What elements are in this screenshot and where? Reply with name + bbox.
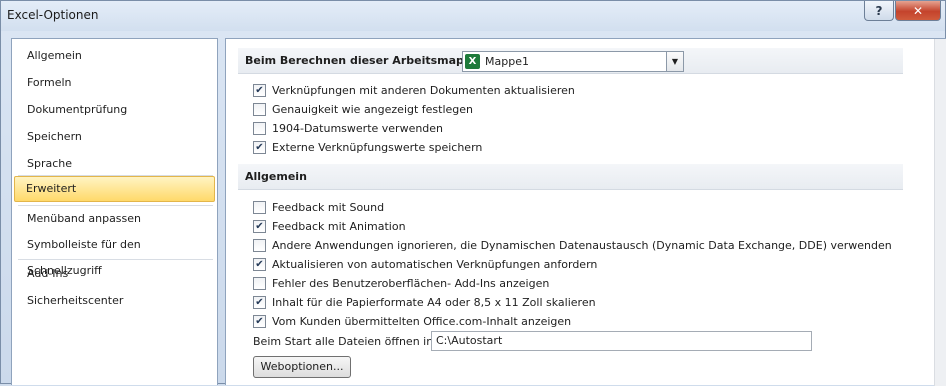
excel-options-dialog: Excel-Optionen ? ✕ Allgemein Formeln Dok… [0, 0, 946, 386]
help-button[interactable]: ? [864, 1, 894, 21]
checkbox[interactable]: ✔ [253, 295, 266, 309]
startup-folder-input[interactable]: C:\Autostart [431, 331, 812, 351]
sidebar-item-allgemein[interactable]: Allgemein [14, 43, 215, 69]
section-header-general: Allgemein [238, 164, 903, 190]
sidebar-item-sprache[interactable]: Sprache [14, 151, 215, 177]
close-button[interactable]: ✕ [895, 1, 941, 21]
option-label: Inhalt für die Papierformate A4 oder 8,5… [272, 295, 596, 309]
sidebar-item-formeln[interactable]: Formeln [14, 70, 215, 96]
checkbox[interactable]: ✔ [253, 314, 266, 328]
option-label: Externe Verknüpfungswerte speichern [272, 140, 483, 154]
checkbox[interactable]: ✔ [253, 219, 266, 233]
option-ask-update-links[interactable]: ✔ Aktualisieren von automatischen Verknü… [253, 256, 597, 272]
checkbox[interactable] [253, 276, 266, 290]
sidebar-item-erweitert[interactable]: Erweitert [14, 176, 215, 202]
startup-folder-label: Beim Start alle Dateien öffnen in: [253, 335, 437, 348]
checkbox[interactable] [253, 121, 266, 135]
chevron-down-icon[interactable]: ▼ [666, 52, 683, 71]
options-sidebar: Allgemein Formeln Dokumentprüfung Speich… [11, 38, 218, 385]
checkbox[interactable] [253, 200, 266, 214]
checkbox[interactable]: ✔ [253, 140, 266, 154]
checkbox[interactable] [253, 238, 266, 252]
vertical-scrollbar[interactable] [934, 39, 946, 386]
option-show-office-com-content[interactable]: ✔ Vom Kunden übermittelten Office.com-In… [253, 313, 571, 329]
option-label: Vom Kunden übermittelten Office.com-Inha… [272, 314, 572, 328]
option-label: Genauigkeit wie angezeigt festlegen [272, 102, 474, 116]
option-label: Andere Anwendungen ignorieren, die Dynam… [272, 238, 892, 252]
workbook-select[interactable]: X Mappe1 ▼ [462, 51, 684, 72]
help-icon: ? [875, 3, 883, 18]
option-label: Fehler des Benutzeroberflächen- Add-Ins … [272, 276, 550, 290]
sidebar-item-schnellzugriff[interactable]: Symbolleiste für den Schnellzugriff [14, 232, 215, 277]
web-options-button[interactable]: Weboptionen... [253, 356, 351, 378]
option-1904-date-system[interactable]: 1904-Datumswerte verwenden [253, 120, 443, 136]
section-title-calc: Beim Berechnen dieser Arbeitsmappe: [245, 54, 484, 67]
sidebar-item-dokumentpruefung[interactable]: Dokumentprüfung [14, 97, 215, 123]
close-icon: ✕ [912, 3, 924, 18]
option-feedback-animation[interactable]: ✔ Feedback mit Animation [253, 218, 406, 234]
window-title: Excel-Optionen [7, 8, 99, 22]
sidebar-item-menueband-anpassen[interactable]: Menüband anpassen [14, 206, 215, 232]
option-precision-as-displayed[interactable]: Genauigkeit wie angezeigt festlegen [253, 101, 473, 117]
workbook-select-value: Mappe1 [485, 55, 529, 68]
sidebar-item-add-ins[interactable]: Add-Ins [14, 261, 215, 287]
section-title-general: Allgemein [245, 170, 307, 183]
excel-icon: X [465, 54, 480, 69]
option-label: Verknüpfungen mit anderen Dokumenten akt… [272, 83, 575, 97]
title-bar[interactable]: Excel-Optionen ? ✕ [1, 1, 945, 31]
option-update-links[interactable]: ✔ Verknüpfungen mit anderen Dokumenten a… [253, 82, 575, 98]
sidebar-item-sicherheitscenter[interactable]: Sicherheitscenter [14, 288, 215, 314]
option-label: Feedback mit Animation [272, 219, 406, 233]
checkbox[interactable]: ✔ [253, 257, 266, 271]
option-label: Aktualisieren von automatischen Verknüpf… [272, 257, 598, 271]
checkbox[interactable]: ✔ [253, 83, 266, 97]
checkbox[interactable] [253, 102, 266, 116]
sidebar-item-speichern[interactable]: Speichern [14, 124, 215, 150]
option-label: Feedback mit Sound [272, 200, 385, 214]
option-feedback-sound[interactable]: Feedback mit Sound [253, 199, 384, 215]
options-content: Beim Berechnen dieser Arbeitsmappe: X Ma… [225, 38, 946, 386]
sidebar-divider [18, 259, 213, 260]
option-scale-paper-size[interactable]: ✔ Inhalt für die Papierformate A4 oder 8… [253, 294, 596, 310]
option-show-addin-errors[interactable]: Fehler des Benutzeroberflächen- Add-Ins … [253, 275, 549, 291]
option-save-external-link-values[interactable]: ✔ Externe Verknüpfungswerte speichern [253, 139, 482, 155]
option-label: 1904-Datumswerte verwenden [272, 121, 444, 135]
option-ignore-dde[interactable]: Andere Anwendungen ignorieren, die Dynam… [253, 237, 892, 253]
